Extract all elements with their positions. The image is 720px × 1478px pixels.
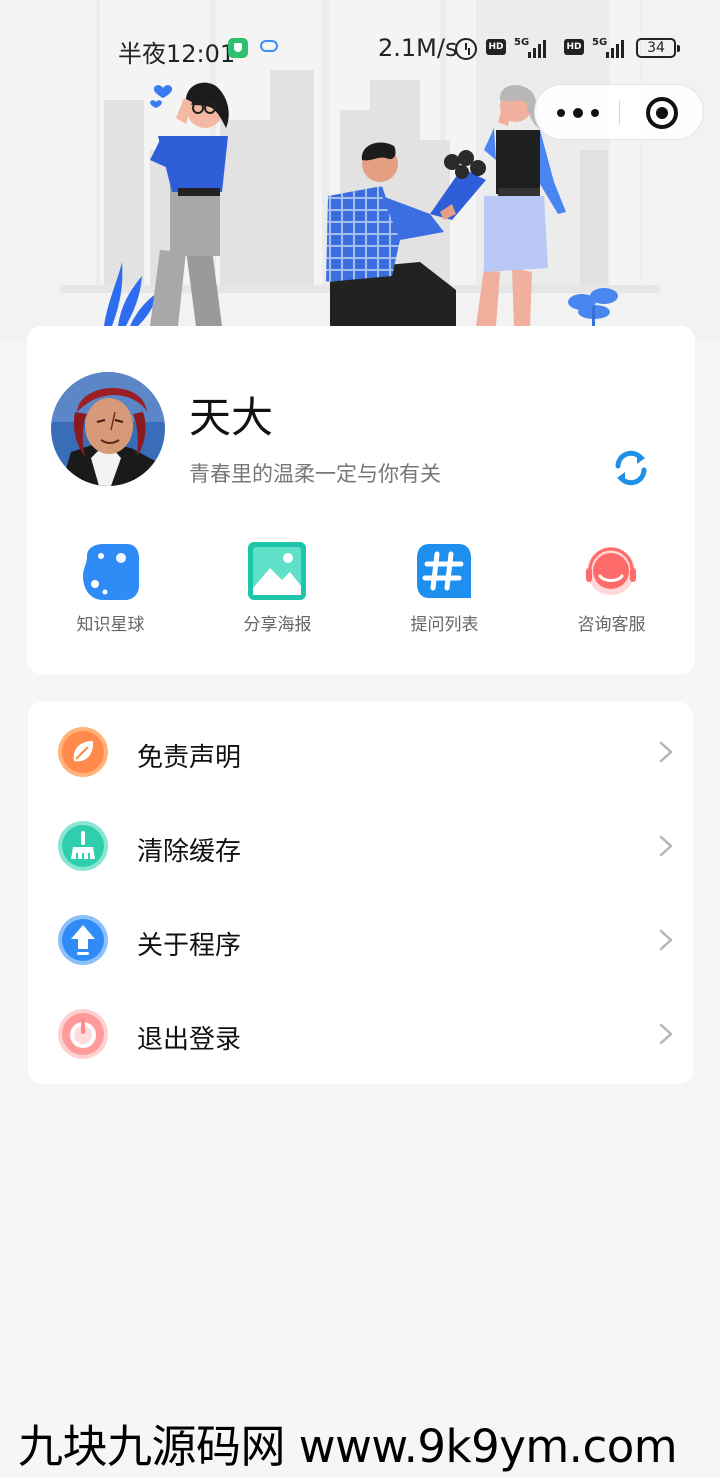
quick-actions: 知识星球 分享海报 提问列表 咨询客服 <box>27 542 695 642</box>
hd-badge-icon: HD <box>564 39 584 55</box>
broom-icon <box>58 821 108 871</box>
menu-item-about[interactable]: 关于程序 <box>28 892 693 986</box>
more-options-icon[interactable] <box>535 85 619 141</box>
menu-item-label: 退出登录 <box>137 1025 242 1055</box>
menu-item-logout[interactable]: 退出登录 <box>28 986 693 1080</box>
watermark-text: 九块九源码网 www.9k9ym.com <box>18 1420 678 1473</box>
user-name: 天大 <box>189 393 274 442</box>
signal-strength-icon: 5G <box>592 38 628 58</box>
avatar[interactable] <box>51 372 165 486</box>
headset-icon <box>586 547 636 595</box>
quick-action-label: 分享海报 <box>243 615 312 635</box>
leaf-icon <box>58 727 108 777</box>
profile-card: 天大 青春里的温柔一定与你有关 知识星球 分享海报 提问列表 咨询客服 <box>27 326 695 674</box>
quick-action-share-poster[interactable]: 分享海报 <box>194 542 361 642</box>
menu-item-label: 免责声明 <box>137 743 242 773</box>
quick-action-label: 提问列表 <box>410 615 479 635</box>
miniprogram-capsule <box>534 84 704 140</box>
battery-indicator: 34 <box>636 38 680 58</box>
signal-strength-icon: 5G <box>514 38 550 58</box>
network-type-label: 5G <box>514 37 530 48</box>
quick-action-customer-service[interactable]: 咨询客服 <box>528 542 695 642</box>
planet-icon <box>83 544 139 600</box>
menu-item-label: 关于程序 <box>137 931 242 961</box>
chevron-right-icon <box>659 929 673 951</box>
quick-action-label: 咨询客服 <box>577 615 646 635</box>
refresh-icon[interactable] <box>611 448 651 488</box>
user-bio: 青春里的温柔一定与你有关 <box>189 462 441 486</box>
power-icon <box>58 1009 108 1059</box>
menu-item-label: 清除缓存 <box>137 837 242 867</box>
upload-arrow-icon <box>58 915 108 965</box>
settings-menu: 免责声明 清除缓存 关于程序 退出登录 <box>28 702 693 1084</box>
chevron-right-icon <box>659 1023 673 1045</box>
menu-item-clear-cache[interactable]: 清除缓存 <box>28 798 693 892</box>
network-speed: 2.1M/s <box>378 34 458 62</box>
status-time: 半夜12:01 <box>118 40 236 68</box>
chevron-right-icon <box>659 835 673 857</box>
avatar-image <box>51 372 165 486</box>
poster-image-icon <box>248 542 306 600</box>
menu-item-disclaimer[interactable]: 免责声明 <box>28 704 693 798</box>
hd-badge-icon: HD <box>486 39 506 55</box>
chevron-right-icon <box>659 741 673 763</box>
hashtag-icon <box>417 544 471 598</box>
cloud-icon <box>260 40 278 52</box>
quick-action-label: 知识星球 <box>76 615 145 635</box>
status-bar: 半夜12:01 2.1M/s HD 5G HD 5G 34 <box>0 28 720 68</box>
alarm-icon <box>455 38 477 60</box>
security-shield-icon <box>228 38 248 58</box>
quick-action-knowledge-planet[interactable]: 知识星球 <box>27 542 194 642</box>
quick-action-question-list[interactable]: 提问列表 <box>361 542 528 642</box>
close-miniprogram-icon[interactable] <box>620 85 704 141</box>
network-type-label: 5G <box>592 37 608 48</box>
